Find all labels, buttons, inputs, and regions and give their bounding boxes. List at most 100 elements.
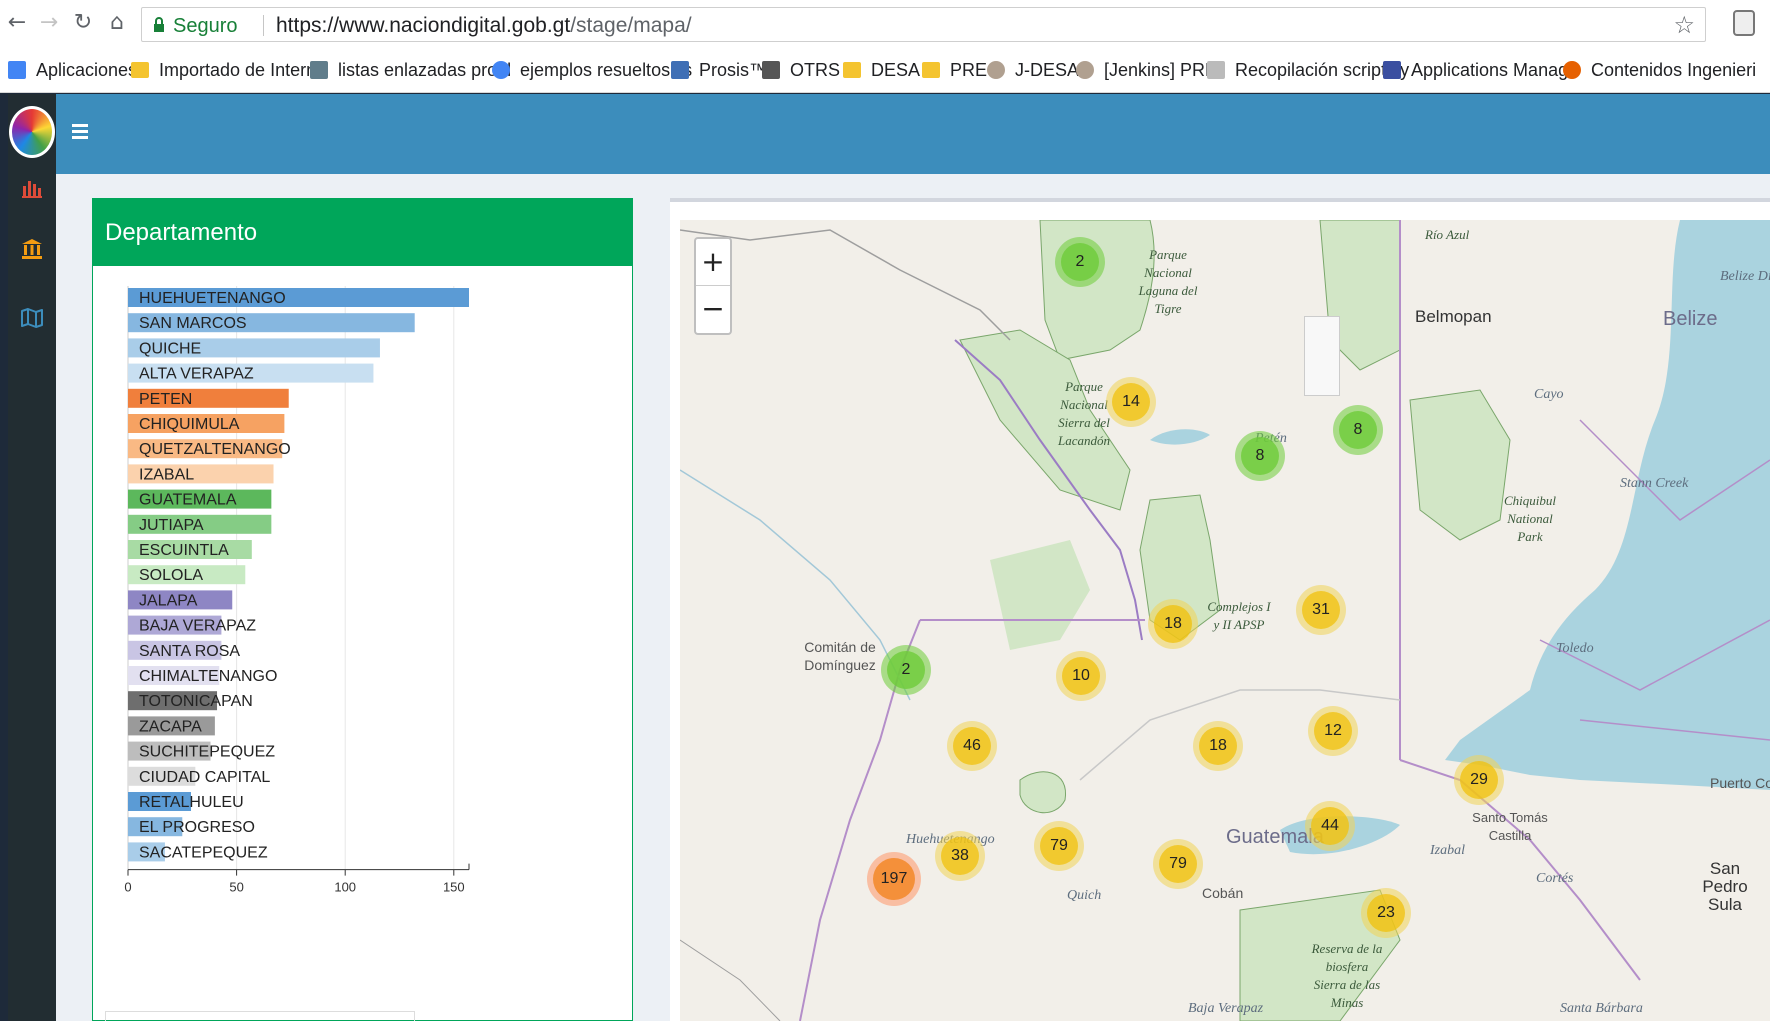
cluster-count: 2: [887, 651, 925, 689]
bookmark-item[interactable]: listas enlazadas probl: [310, 57, 511, 83]
marker-cluster[interactable]: 18: [1148, 599, 1198, 649]
departamento-panel: Departamento HUEHUETENANGO SAN MARCOS QUIC…: [92, 198, 633, 1021]
extension-icon[interactable]: [1733, 10, 1755, 36]
x-tick-label: 0: [124, 880, 131, 895]
home-icon[interactable]: ⌂: [104, 10, 130, 36]
bookmark-star-icon[interactable]: ☆: [1673, 11, 1695, 39]
zoom-in-button[interactable]: +: [696, 239, 730, 286]
address-separator: [263, 15, 264, 36]
marker-cluster[interactable]: 8: [1333, 405, 1383, 455]
bookmark-item[interactable]: ejemplos resueltos lis: [492, 57, 692, 83]
otrs-icon: [762, 61, 780, 79]
bookmark-label: Applications Manage: [1411, 59, 1579, 80]
marker-cluster[interactable]: 8: [1235, 431, 1285, 481]
bookmark-label: DESA: [871, 59, 921, 80]
marker-cluster[interactable]: 31: [1296, 585, 1346, 635]
reload-icon[interactable]: ↻: [70, 10, 96, 36]
marker-cluster[interactable]: 12: [1308, 706, 1358, 756]
map-label-laguna-del-tigre: Parque Nacional Laguna del Tigre: [1138, 247, 1198, 316]
marker-cluster[interactable]: 79: [1034, 821, 1084, 871]
map-label-comitan: Comitán de Domínguez: [804, 639, 876, 673]
map-icon[interactable]: [20, 306, 44, 330]
google-icon: [492, 61, 510, 79]
map-label-quiche: Quich: [1067, 888, 1102, 903]
cluster-count: 197: [873, 858, 915, 900]
bookmark-item[interactable]: Importado de Interne: [131, 57, 326, 83]
bar-chart-icon[interactable]: [20, 176, 44, 200]
cluster-count: 79: [1159, 845, 1197, 883]
map-label-puerto-cortes: Puerto Co: [1710, 775, 1770, 791]
zoom-out-button[interactable]: −: [696, 286, 730, 333]
map-label-belmopan: Belmopan: [1415, 307, 1492, 326]
park-west: [990, 540, 1090, 650]
bar-label: SACATEPEQUEZ: [139, 844, 268, 861]
bar-label: BAJA VERAPAZ: [139, 618, 256, 635]
app-sidebar: [8, 94, 56, 1021]
map-label-coban: Cobán: [1202, 885, 1244, 901]
cluster-count: 8: [1241, 437, 1279, 475]
marker-cluster[interactable]: 10: [1056, 651, 1106, 701]
forward-arrow-icon[interactable]: →: [36, 10, 62, 36]
x-tick-label: 150: [443, 880, 465, 895]
park-chiquibul: [1409, 389, 1511, 541]
cluster-count: 18: [1154, 605, 1192, 643]
lock-icon: [154, 17, 164, 32]
marker-cluster[interactable]: 18: [1193, 721, 1243, 771]
map-label-cortes: Cortés: [1536, 871, 1574, 886]
map-label-cayo: Cayo: [1534, 387, 1564, 402]
x-tick-label: 50: [229, 880, 243, 895]
marker-cluster[interactable]: 29: [1454, 755, 1504, 805]
bookmark-item[interactable]: DESA: [843, 57, 920, 83]
marker-cluster[interactable]: 46: [947, 721, 997, 771]
bar-label: QUICHE: [139, 340, 201, 357]
bar-label: SAN MARCOS: [139, 315, 247, 332]
bookmark-label: J-DESA: [1015, 59, 1080, 80]
url-host: https://www.naciondigital.gob.gt: [276, 14, 571, 37]
marker-cluster[interactable]: 2: [881, 645, 931, 695]
map-label-chiquibul: Chiquibul National Park: [1503, 493, 1556, 544]
marker-cluster[interactable]: 79: [1153, 839, 1203, 889]
bar-label: GUATEMALA: [139, 492, 237, 509]
marker-cluster[interactable]: 197: [867, 852, 921, 906]
marker-cluster[interactable]: 44: [1305, 801, 1355, 851]
cluster-count: 31: [1302, 591, 1340, 629]
url-text[interactable]: https://www.naciondigital.gob.gt/stage/m…: [276, 14, 692, 38]
folder-icon: [922, 62, 940, 78]
departamento-bar-chart: HUEHUETENANGO SAN MARCOS QUICHE ALTA VERAPA…: [124, 286, 470, 895]
cluster-count: 23: [1367, 894, 1405, 932]
back-arrow-icon[interactable]: ←: [4, 10, 30, 36]
bookmark-item[interactable]: PRE: [922, 57, 987, 83]
bookmark-label: ejemplos resueltos lis: [520, 59, 693, 80]
bookmark-item[interactable]: Contenidos Ingenieri: [1563, 57, 1756, 83]
bar-label: PETEN: [139, 391, 192, 408]
marker-cluster[interactable]: 2: [1055, 237, 1105, 287]
menu-toggle-icon[interactable]: [72, 124, 88, 140]
map-view[interactable]: + − Belmopan Belize Belize Distr Cayo St…: [680, 220, 1770, 1021]
map-label-toledo: Toledo: [1556, 641, 1594, 656]
cluster-count: 29: [1460, 761, 1498, 799]
url-path: /stage/mapa/: [570, 14, 692, 37]
app-logo[interactable]: [9, 106, 55, 158]
marker-cluster[interactable]: 38: [935, 831, 985, 881]
bookmark-item[interactable]: Aplicaciones: [8, 57, 137, 83]
bar-label: HUEHUETENANGO: [139, 290, 286, 307]
bookmark-item[interactable]: Recopilación scripts y: [1207, 57, 1409, 83]
bookmark-item[interactable]: Applications Manage: [1383, 57, 1578, 83]
browser-chrome: ← → ↻ ⌂ Seguro https://www.naciondigital…: [0, 0, 1770, 93]
bookmark-item[interactable]: J-DESA: [987, 57, 1079, 83]
map-label-san-pedro-sula: San Pedro Sula: [1702, 859, 1748, 914]
bookmark-item[interactable]: Prosis™: [671, 57, 767, 83]
cluster-count: 18: [1199, 727, 1237, 765]
bookmark-item[interactable]: [Jenkins] PRE: [1076, 57, 1217, 83]
park-small: [1019, 771, 1066, 814]
marker-cluster[interactable]: 14: [1106, 377, 1156, 427]
marker-cluster[interactable]: 23: [1361, 888, 1411, 938]
address-bar[interactable]: Seguro https://www.naciondigital.gob.gt/…: [141, 7, 1706, 42]
bookmarks-bar: Aplicaciones Importado de Interne listas e…: [0, 53, 1770, 87]
institution-icon[interactable]: [20, 237, 44, 261]
bar-label: TOTONICAPAN: [139, 693, 253, 710]
app-manager-icon: [1383, 61, 1401, 79]
map-label-rio-azul: Río Azul: [1425, 227, 1470, 242]
bookmark-item[interactable]: OTRS: [762, 57, 840, 83]
jenkins-icon: [987, 61, 1005, 79]
